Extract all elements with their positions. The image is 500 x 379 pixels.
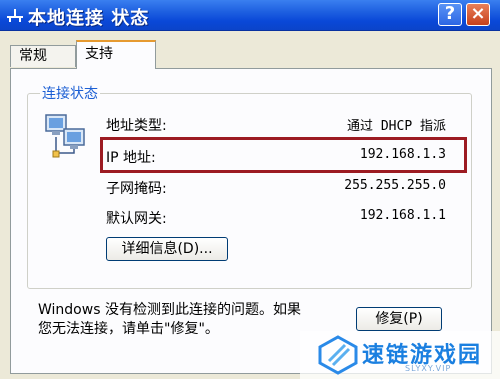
address-type-label: 地址类型: [106,118,167,134]
close-button[interactable]: × [466,3,490,26]
watermark-logo-icon [318,335,358,375]
title-bar[interactable]: 本地连接 状态 ? × [0,0,500,31]
tab-support[interactable]: 支持 [76,40,156,69]
network-connection-icon [7,9,23,22]
default-gateway-label: 默认网关: [106,211,167,227]
address-type-value: 通过 DHCP 指派 [347,119,446,134]
help-button[interactable]: ? [438,3,462,26]
repair-message: Windows 没有检测到此连接的问题。如果 您无法连接，请单击"修复"。 [38,301,338,339]
tab-general[interactable]: 常规 [10,45,76,67]
default-gateway-value: 192.168.1.1 [359,208,446,223]
subnet-mask-label: 子网掩码: [106,181,167,197]
subnet-mask-value: 255.255.255.0 [344,178,446,193]
details-button[interactable]: 详细信息(D)... [106,237,228,261]
ip-address-label: IP 地址: [106,150,156,166]
network-computers-icon [45,114,85,158]
ip-address-value: 192.168.1.3 [359,147,446,162]
window-title: 本地连接 状态 [28,8,150,29]
repair-message-line2: 您无法连接，请单击"修复"。 [38,321,219,337]
group-title: 连接状态 [40,83,100,103]
repair-message-line1: Windows 没有检测到此连接的问题。如果 [38,302,301,318]
watermark-subtext: SLYXY.VIP [405,364,452,373]
repair-button[interactable]: 修复(P) [356,307,442,331]
